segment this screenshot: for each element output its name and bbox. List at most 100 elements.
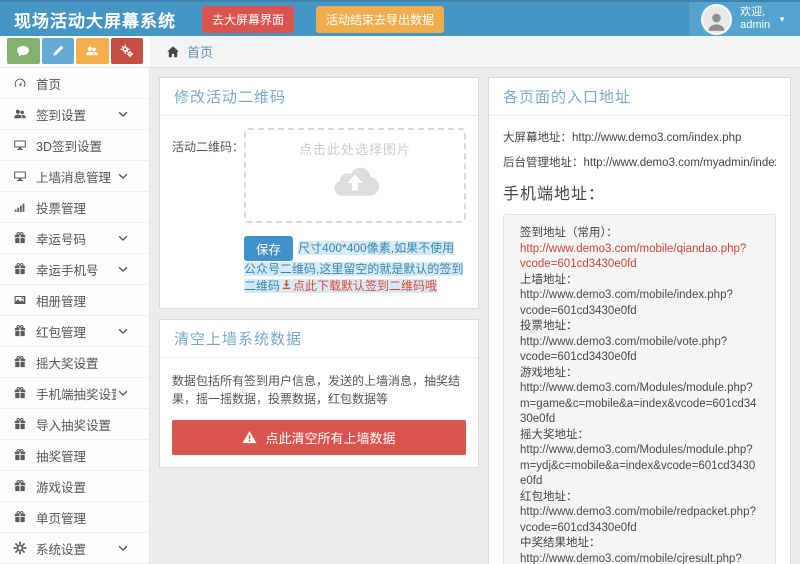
sidebar-menu: 首页签到设置 3D签到设置上墙消息管理投票管理幸运号码幸运手机号相册管理红包管理摇… xyxy=(0,68,149,564)
mobile-url: http://www.demo3.com/Modules/module.php?… xyxy=(520,382,757,425)
chevron-down-icon xyxy=(116,169,130,183)
bigscreen-url: http://www.demo3.com/index.php xyxy=(572,132,741,144)
main-content: 修改活动二维码 活动二维码： 点击此处选择图片 保存尺寸400*400像素,如果… xyxy=(150,68,800,564)
mobile-url-label: 摇大奖地址： xyxy=(520,429,589,441)
gear-icon xyxy=(13,541,27,555)
user-menu[interactable]: 欢迎, admin ▼ xyxy=(689,2,800,36)
gift-icon xyxy=(13,417,27,431)
gift-icon xyxy=(13,231,27,245)
quick-comment-button[interactable] xyxy=(7,38,40,64)
panel-clear-body: 数据包括所有签到用户信息，发送的上墙消息，抽奖结果，摇一摇数据，投票数据，红包数… xyxy=(160,358,478,467)
sidebar-item[interactable]: 幸运手机号 xyxy=(0,254,149,285)
gift-icon xyxy=(13,324,27,338)
caret-down-icon: ▼ xyxy=(778,15,786,24)
sidebar-item[interactable]: 导入抽奖设置 xyxy=(0,409,149,440)
mobile-url: http://www.demo3.com/mobile/cjresult.php… xyxy=(520,553,742,564)
admin-url: http://www.demo3.com/myadmin/index.php xyxy=(584,157,777,169)
sidebar-item-label: 投票管理 xyxy=(36,198,139,217)
desktop-icon xyxy=(13,169,27,183)
mobile-url-label: 投票地址： xyxy=(520,320,578,332)
sidebar-item[interactable]: 红包管理 xyxy=(0,316,149,347)
sidebar-item-label: 单页管理 xyxy=(36,508,139,527)
panel-clear-title: 清空上墙系统数据 xyxy=(160,320,478,358)
chevron-down-icon xyxy=(116,231,130,245)
main-area: 首页签到设置 3D签到设置上墙消息管理投票管理幸运号码幸运手机号相册管理红包管理摇… xyxy=(0,68,800,564)
mobile-url: http://www.demo3.com/mobile/index.php?vc… xyxy=(520,289,733,317)
qrcode-upload-dropzone[interactable]: 点击此处选择图片 xyxy=(244,128,466,223)
sidebar-item[interactable]: 抽奖管理 xyxy=(0,440,149,471)
sidebar-item-label: 摇大奖设置 xyxy=(36,353,139,372)
sidebar-item[interactable]: 首页 xyxy=(0,68,149,99)
qrcode-field-label: 活动二维码： xyxy=(172,128,244,223)
mobile-url-entry: 中奖结果地址：http://www.demo3.com/mobile/cjres… xyxy=(520,536,759,564)
save-button[interactable]: 保存 xyxy=(244,236,293,261)
panel-clear-data: 清空上墙系统数据 数据包括所有签到用户信息，发送的上墙消息，抽奖结果，摇一摇数据… xyxy=(159,319,479,468)
sidebar-item-label: 上墙消息管理 xyxy=(36,167,116,186)
sidebar-item[interactable]: 系统设置 xyxy=(0,533,149,564)
mobile-url[interactable]: http://www.demo3.com/mobile/qiandao.php?… xyxy=(520,243,746,271)
qrcode-note: 保存尺寸400*400像素,如果不使用公众号二维码,这里留空的就是默认的签到二维… xyxy=(244,236,466,296)
panel-qrcode: 修改活动二维码 活动二维码： 点击此处选择图片 保存尺寸400*400像素,如果… xyxy=(159,77,479,309)
sidebar-item[interactable]: 上墙消息管理 xyxy=(0,161,149,192)
cloud-upload-icon xyxy=(328,163,382,197)
sidebar-item-label: 抽奖管理 xyxy=(36,446,139,465)
quick-users-button[interactable] xyxy=(76,38,109,64)
breadcrumb-home-link[interactable]: 首页 xyxy=(187,42,213,61)
warning-icon xyxy=(242,430,257,445)
users-icon xyxy=(13,107,27,121)
chevron-down-icon xyxy=(116,324,130,338)
sidebar: 首页签到设置 3D签到设置上墙消息管理投票管理幸运号码幸运手机号相册管理红包管理摇… xyxy=(0,68,150,564)
chevron-down-icon xyxy=(116,541,130,555)
gift-icon xyxy=(13,479,27,493)
comment-icon xyxy=(16,44,30,58)
sidebar-item[interactable]: 游戏设置 xyxy=(0,471,149,502)
mobile-url-entry: 游戏地址：http://www.demo3.com/Modules/module… xyxy=(520,366,759,428)
sidebar-item[interactable]: 签到设置 xyxy=(0,99,149,130)
sidebar-item-label: 红包管理 xyxy=(36,322,116,341)
users-icon xyxy=(85,44,99,58)
sidebar-item-label: 幸运号码 xyxy=(36,229,116,248)
clear-all-data-button[interactable]: 点此清空所有上墙数据 xyxy=(172,420,466,455)
panel-qrcode-title: 修改活动二维码 xyxy=(160,78,478,116)
download-default-qrcode-link[interactable]: 点此下载默认签到二维码哦 xyxy=(280,279,437,293)
panel-entry-title: 各页面的入口地址 xyxy=(489,78,790,116)
sidebar-item[interactable]: 3D签到设置 xyxy=(0,130,149,161)
bigscreen-url-line: 大屏幕地址：http://www.demo3.com/index.php xyxy=(503,129,776,145)
gears-icon xyxy=(120,44,134,58)
chevron-down-icon xyxy=(116,386,130,400)
sidebar-item[interactable]: 手机端抽奖设置 xyxy=(0,378,149,409)
chart-icon xyxy=(13,200,27,214)
sidebar-item-label: 3D签到设置 xyxy=(36,136,139,155)
top-header: 现场活动大屏幕系统 去大屏幕界面 活动结束去导出数据 欢迎, admin ▼ xyxy=(0,0,800,36)
mobile-urls-list: 签到地址（常用）：http://www.demo3.com/mobile/qia… xyxy=(503,214,776,564)
sidebar-item[interactable]: 投票管理 xyxy=(0,192,149,223)
sidebar-item[interactable]: 单页管理 xyxy=(0,502,149,533)
dashboard-icon xyxy=(13,76,27,90)
bigscreen-url-label: 大屏幕地址： xyxy=(503,132,572,144)
sidebar-item[interactable]: 相册管理 xyxy=(0,285,149,316)
sidebar-item-label: 手机端抽奖设置 xyxy=(36,384,116,403)
mobile-url: http://www.demo3.com/mobile/redpacket.ph… xyxy=(520,506,756,534)
breadcrumb: 首页 xyxy=(150,36,800,68)
download-icon xyxy=(281,279,292,290)
mobile-url-entry: 摇大奖地址：http://www.demo3.com/Modules/modul… xyxy=(520,428,759,490)
chevron-down-icon xyxy=(116,107,130,121)
quick-toolbar xyxy=(0,36,150,68)
username: admin xyxy=(740,19,770,31)
chevron-down-icon xyxy=(116,262,130,276)
export-data-button[interactable]: 活动结束去导出数据 xyxy=(316,6,444,33)
sidebar-item[interactable]: 幸运号码 xyxy=(0,223,149,254)
go-bigscreen-button[interactable]: 去大屏幕界面 xyxy=(202,6,294,33)
image-icon xyxy=(13,293,27,307)
admin-url-label: 后台管理地址： xyxy=(503,157,584,169)
sidebar-item[interactable]: 摇大奖设置 xyxy=(0,347,149,378)
welcome-text: 欢迎, admin xyxy=(740,6,770,32)
panel-entry-body: 大屏幕地址：http://www.demo3.com/index.php 后台管… xyxy=(489,116,790,564)
clear-description: 数据包括所有签到用户信息，发送的上墙消息，抽奖结果，摇一摇数据，投票数据，红包数… xyxy=(172,372,466,409)
quick-gears-button[interactable] xyxy=(111,38,144,64)
sidebar-item-label: 导入抽奖设置 xyxy=(36,415,139,434)
sidebar-item-label: 首页 xyxy=(36,74,139,93)
sidebar-item-label: 系统设置 xyxy=(36,539,116,558)
left-column: 修改活动二维码 活动二维码： 点击此处选择图片 保存尺寸400*400像素,如果… xyxy=(159,77,479,478)
quick-pencil-button[interactable] xyxy=(42,38,75,64)
